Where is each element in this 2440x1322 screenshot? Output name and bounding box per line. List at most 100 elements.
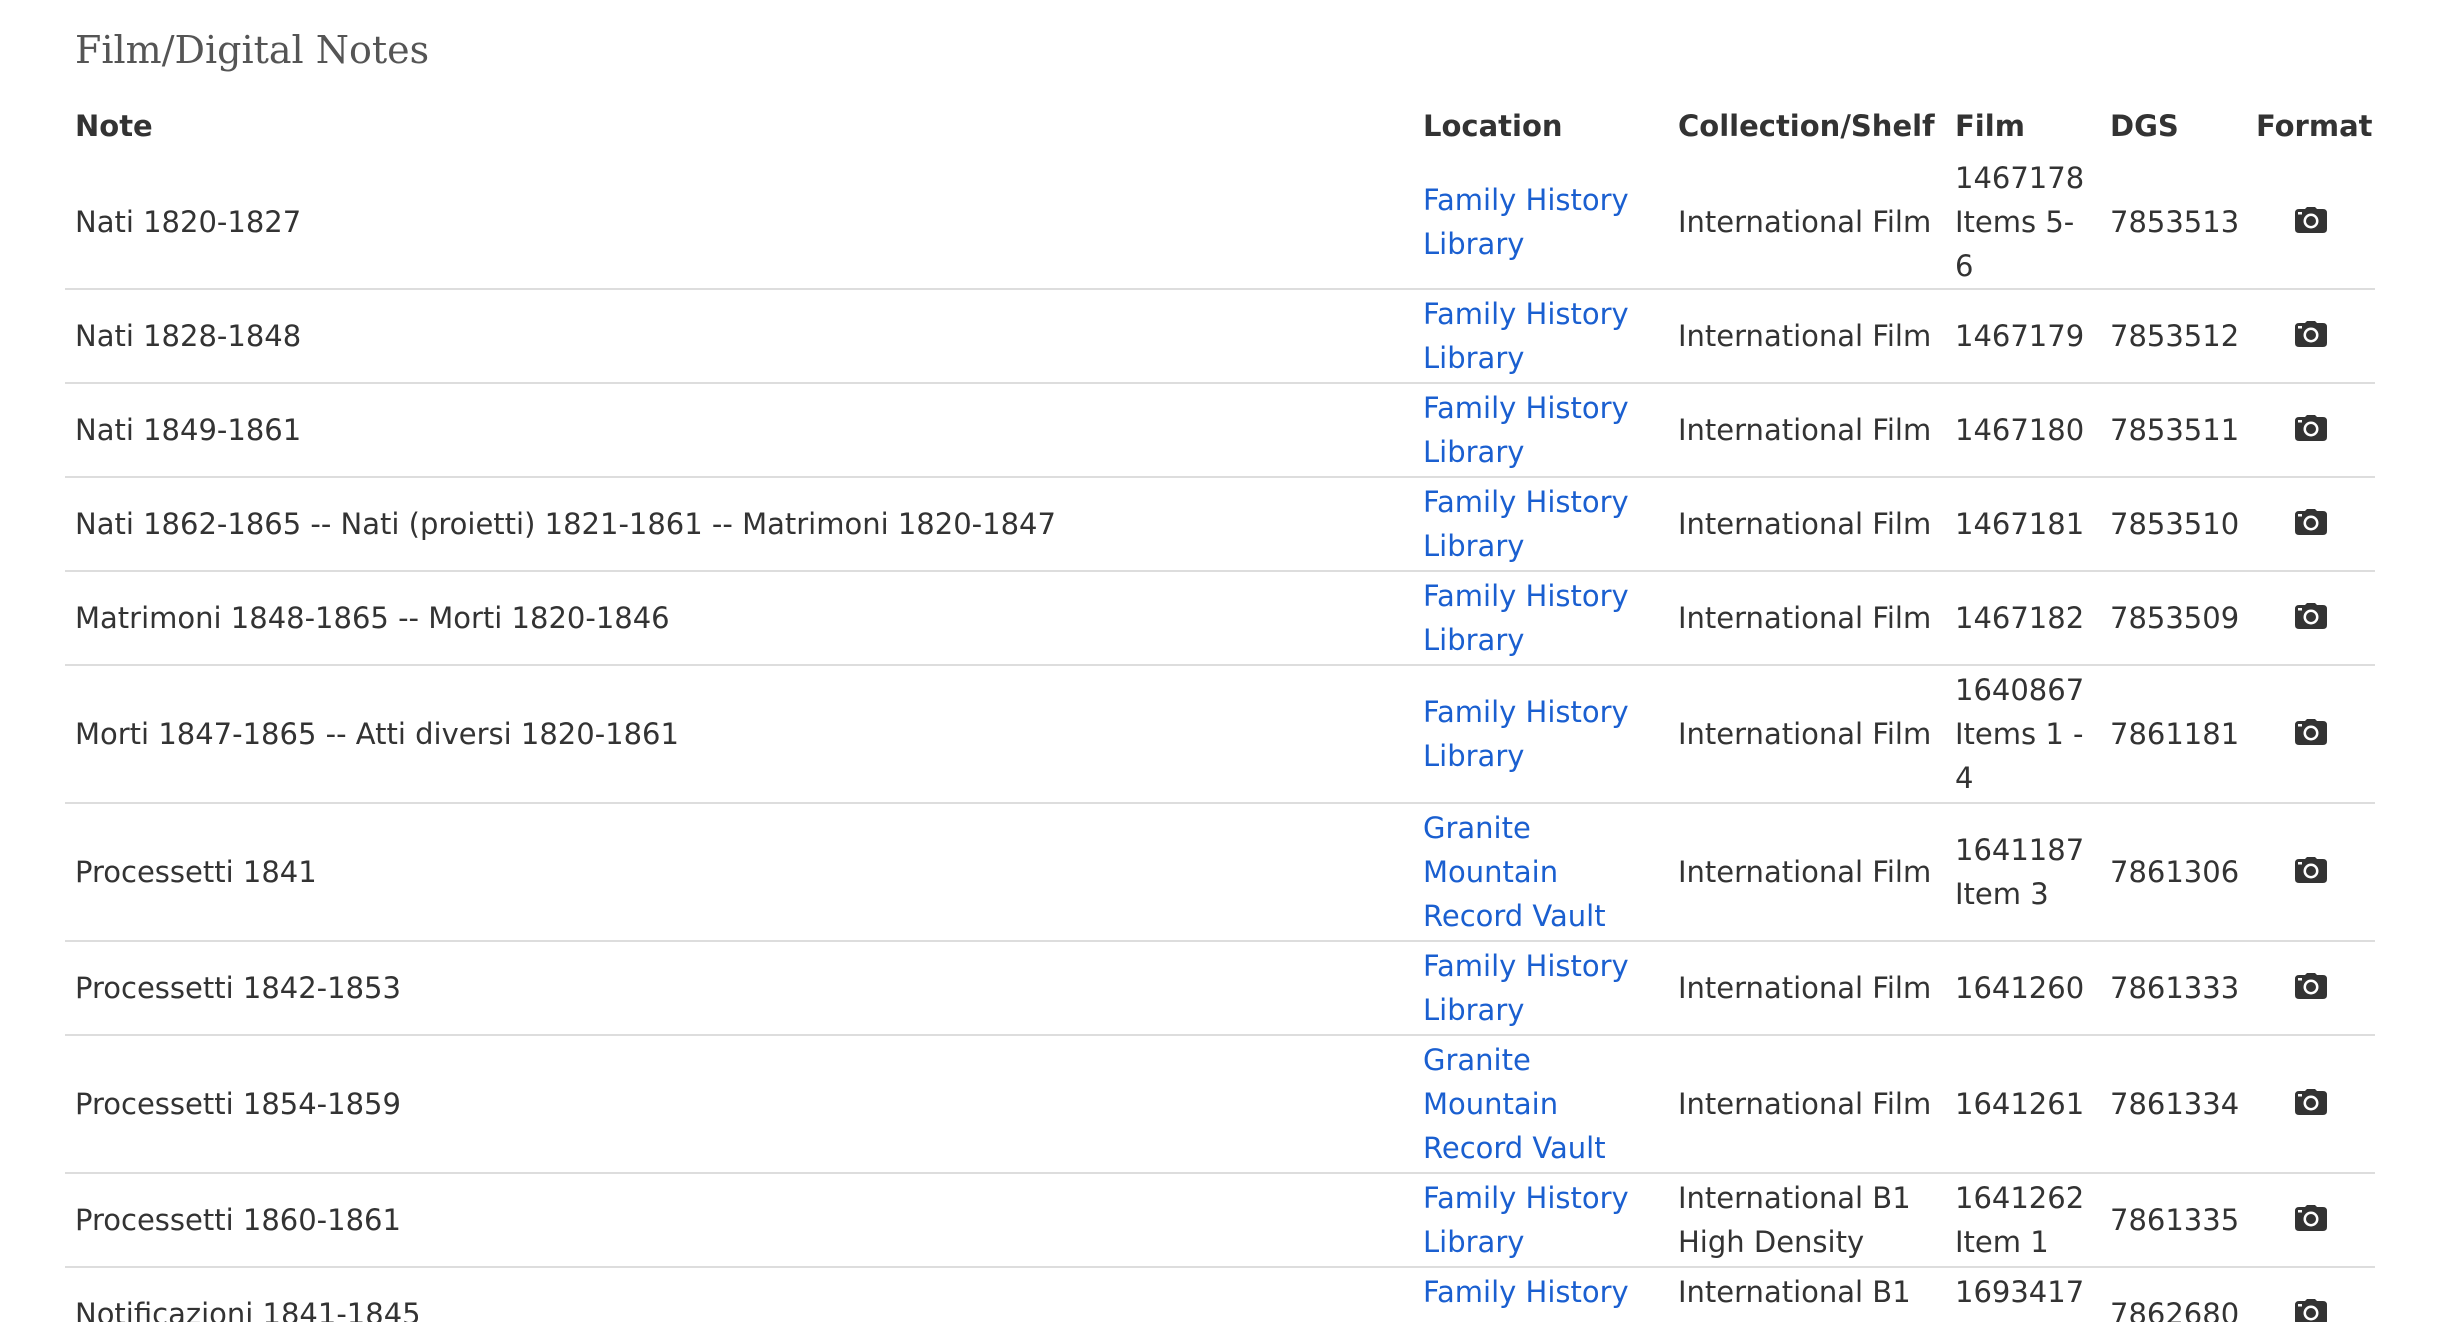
page: Film/Digital Notes Note Location Collect… [0, 0, 2440, 1322]
camera-icon[interactable] [2294, 597, 2328, 641]
format-cell [2246, 1267, 2375, 1322]
camera-icon[interactable] [2294, 503, 2328, 547]
dgs-cell: 7861334 [2100, 1035, 2246, 1174]
location-link[interactable]: Granite Mountain Record Vault [1423, 1043, 1606, 1165]
camera-icon[interactable] [2294, 201, 2328, 245]
table-row: Morti 1847-1865 -- Atti diversi 1820-186… [65, 665, 2375, 804]
note-cell: Processetti 1841 [65, 803, 1413, 942]
location-link[interactable]: Family History Library [1423, 183, 1629, 261]
collection-cell: International Film [1668, 289, 1945, 384]
note-cell: Processetti 1842-1853 [65, 941, 1413, 1036]
collection-cell: International B1 High Density [1668, 1173, 1945, 1268]
film-cell: 1467179 [1945, 289, 2100, 384]
camera-icon[interactable] [2294, 713, 2328, 757]
collection-cell: International Film [1668, 665, 1945, 804]
camera-icon[interactable] [2294, 851, 2328, 895]
header-location: Location [1423, 109, 1563, 143]
table-row: Notificazioni 1841-1845 Family History L… [65, 1267, 2375, 1322]
location-cell: Family History Library [1413, 941, 1668, 1036]
table-row: Nati 1862-1865 -- Nati (proietti) 1821-1… [65, 477, 2375, 572]
format-cell [2246, 477, 2375, 572]
format-cell [2246, 1173, 2375, 1268]
header-dgs: DGS [2110, 109, 2179, 143]
table-row: Processetti 1860-1861 Family History Lib… [65, 1173, 2375, 1268]
header-note: Note [75, 109, 153, 143]
location-cell: Granite Mountain Record Vault [1413, 803, 1668, 942]
film-cell: 1467178 Items 5-6 [1945, 155, 2100, 290]
dgs-cell: 7853509 [2100, 571, 2246, 666]
dgs-cell: 7853511 [2100, 383, 2246, 478]
location-link[interactable]: Family History Library [1423, 695, 1629, 773]
note-cell: Morti 1847-1865 -- Atti diversi 1820-186… [65, 665, 1413, 804]
film-cell: 1640867 Items 1 - 4 [1945, 665, 2100, 804]
film-cell: 1641187 Item 3 [1945, 803, 2100, 942]
table-row: Matrimoni 1848-1865 -- Morti 1820-1846 F… [65, 571, 2375, 666]
collection-cell: International Film [1668, 1035, 1945, 1174]
dgs-cell: 7853513 [2100, 155, 2246, 290]
location-link[interactable]: Granite Mountain Record Vault [1423, 811, 1606, 933]
collection-cell: International Film [1668, 571, 1945, 666]
location-link[interactable]: Family History Library [1423, 1181, 1629, 1259]
location-cell: Family History Library [1413, 665, 1668, 804]
collection-cell: International Film [1668, 803, 1945, 942]
table-row: Nati 1849-1861 Family History Library In… [65, 383, 2375, 478]
film-cell: 1693417 Item 6 [1945, 1267, 2100, 1322]
dgs-cell: 7861333 [2100, 941, 2246, 1036]
table-row: Nati 1828-1848 Family History Library In… [65, 289, 2375, 384]
location-link[interactable]: Family History Library [1423, 485, 1629, 563]
format-cell [2246, 155, 2375, 290]
header-format: Format [2256, 109, 2373, 143]
camera-icon[interactable] [2294, 1083, 2328, 1127]
camera-icon[interactable] [2294, 315, 2328, 359]
location-link[interactable]: Family History Library [1423, 949, 1629, 1027]
collection-cell: International Film [1668, 941, 1945, 1036]
collection-cell: International B1 High Density [1668, 1267, 1945, 1322]
film-cell: 1467182 [1945, 571, 2100, 666]
dgs-cell: 7861181 [2100, 665, 2246, 804]
location-cell: Family History Library [1413, 1267, 1668, 1322]
location-cell: Family History Library [1413, 155, 1668, 290]
dgs-cell: 7861306 [2100, 803, 2246, 942]
table-header-row: Note Location Collection/Shelf Film DGS … [65, 97, 2375, 155]
section-title: Film/Digital Notes [75, 28, 430, 72]
location-link[interactable]: Family History Library [1423, 579, 1629, 657]
format-cell [2246, 571, 2375, 666]
format-cell [2246, 665, 2375, 804]
dgs-cell: 7853510 [2100, 477, 2246, 572]
location-link[interactable]: Family History Library [1423, 297, 1629, 375]
camera-icon[interactable] [2294, 409, 2328, 453]
camera-icon[interactable] [2294, 967, 2328, 1011]
location-link[interactable]: Family History Library [1423, 1275, 1629, 1322]
film-cell: 1641262 Item 1 [1945, 1173, 2100, 1268]
film-cell: 1641261 [1945, 1035, 2100, 1174]
table-body: Nati 1820-1827 Family History Library In… [65, 155, 2375, 1322]
collection-cell: International Film [1668, 477, 1945, 572]
camera-icon[interactable] [2294, 1199, 2328, 1243]
format-cell [2246, 383, 2375, 478]
location-cell: Family History Library [1413, 571, 1668, 666]
location-link[interactable]: Family History Library [1423, 391, 1629, 469]
note-cell: Nati 1862-1865 -- Nati (proietti) 1821-1… [65, 477, 1413, 572]
film-cell: 1467180 [1945, 383, 2100, 478]
collection-cell: International Film [1668, 383, 1945, 478]
note-cell: Processetti 1860-1861 [65, 1173, 1413, 1268]
table-row: Nati 1820-1827 Family History Library In… [65, 155, 2375, 290]
location-cell: Granite Mountain Record Vault [1413, 1035, 1668, 1174]
format-cell [2246, 289, 2375, 384]
location-cell: Family History Library [1413, 289, 1668, 384]
film-notes-table: Note Location Collection/Shelf Film DGS … [65, 97, 2375, 1322]
table-row: Processetti 1854-1859 Granite Mountain R… [65, 1035, 2375, 1174]
table-row: Processetti 1842-1853 Family History Lib… [65, 941, 2375, 1036]
note-cell: Matrimoni 1848-1865 -- Morti 1820-1846 [65, 571, 1413, 666]
dgs-cell: 7861335 [2100, 1173, 2246, 1268]
header-film: Film [1955, 109, 2025, 143]
note-cell: Nati 1849-1861 [65, 383, 1413, 478]
format-cell [2246, 1035, 2375, 1174]
location-cell: Family History Library [1413, 383, 1668, 478]
dgs-cell: 7853512 [2100, 289, 2246, 384]
format-cell [2246, 941, 2375, 1036]
location-cell: Family History Library [1413, 477, 1668, 572]
dgs-cell: 7862680 [2100, 1267, 2246, 1322]
camera-icon[interactable] [2294, 1293, 2328, 1322]
collection-cell: International Film [1668, 155, 1945, 290]
